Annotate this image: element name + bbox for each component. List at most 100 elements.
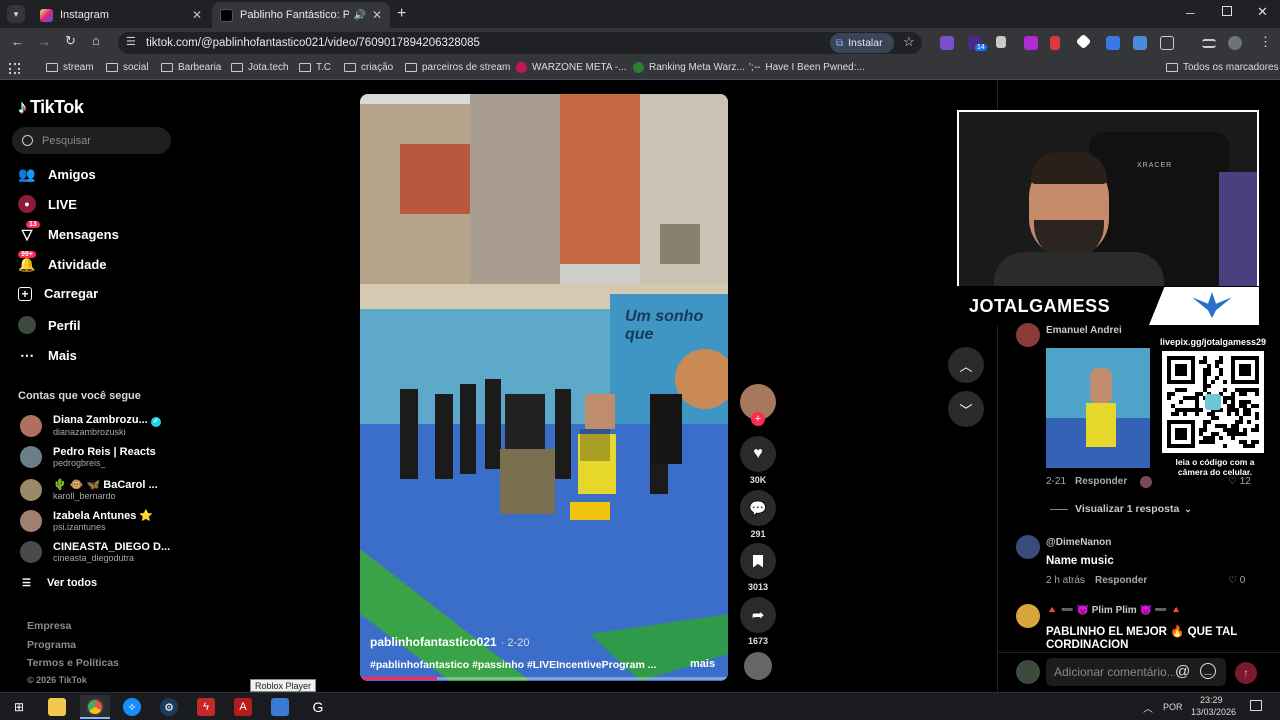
video-author[interactable]: pablinhofantastico021 [370, 635, 497, 649]
roblox-icon[interactable] [271, 698, 289, 716]
app-red2-icon[interactable]: A [234, 698, 252, 716]
emoji-icon[interactable]: ‿ [1200, 663, 1216, 679]
see-all-following[interactable]: ☰ Ver todos [22, 577, 97, 589]
extensions-puzzle-icon[interactable] [1160, 36, 1174, 50]
footer-link-program[interactable]: Programa [27, 639, 76, 651]
nav-profile[interactable]: Perfil [18, 316, 81, 334]
home-icon[interactable]: ⌂ [92, 33, 100, 48]
send-comment-button[interactable]: ↑ [1235, 662, 1257, 684]
following-account[interactable]: 🌵 🐵 🦋 BaCarol ... karoll_bernardo [20, 478, 158, 501]
nav-upload[interactable]: + Carregar [18, 286, 98, 301]
bookmark-link[interactable]: ';-- Have I Been Pwned:... [749, 62, 865, 73]
comment-button[interactable]: 💬 291 [740, 490, 776, 539]
tab-instagram[interactable]: Instagram ✕ [32, 2, 210, 28]
clock-time[interactable]: 23:29 [1200, 695, 1223, 705]
start-icon[interactable]: ⊞ [10, 698, 28, 716]
commenter-name[interactable]: @DimeNanon [1046, 537, 1111, 548]
view-replies-button[interactable]: Visualizar 1 resposta ⌄ [1050, 503, 1192, 515]
bookmark-folder[interactable]: social [106, 62, 149, 73]
close-icon[interactable]: ✕ [192, 8, 202, 22]
bookmark-link[interactable]: Ranking Meta Warz... [633, 62, 745, 73]
bookmark-label: WARZONE META -... [532, 62, 627, 73]
app-g-icon[interactable]: G [309, 698, 327, 716]
extension-icon[interactable] [996, 36, 1006, 48]
language-indicator[interactable]: POR [1163, 702, 1183, 712]
following-account[interactable]: Izabela Antunes ⭐ psi.izantunes [20, 509, 153, 532]
like-button[interactable]: ♥ 30K [740, 436, 776, 485]
profile-avatar-icon[interactable] [1228, 36, 1242, 50]
previous-video-button[interactable]: ︿ [948, 347, 984, 383]
tab-search-button[interactable]: ▾ [7, 5, 25, 23]
author-avatar[interactable]: + [740, 384, 776, 426]
app-red-icon[interactable]: ϟ [197, 698, 215, 716]
video-player[interactable]: Um sonho que pablinhofantastico021 · 2-2… [360, 94, 728, 681]
follow-plus-icon[interactable]: + [751, 412, 765, 426]
address-bar[interactable]: ☰ tiktok.com/@pablinhofantastico021/vide… [118, 32, 922, 54]
battlenet-icon[interactable]: ✧ [123, 698, 141, 716]
next-video-button[interactable]: ﹀ [948, 391, 984, 427]
nav-activity[interactable]: 🔔 99+ Atividade [18, 251, 107, 273]
mention-icon[interactable]: @ [1175, 663, 1191, 680]
bookmark-folder[interactable]: Jota.tech [231, 62, 289, 73]
speaker-icon[interactable]: 🔊 [353, 10, 365, 21]
save-button[interactable]: 3013 [740, 543, 776, 592]
reload-icon[interactable]: ↻ [65, 33, 76, 49]
reply-button[interactable]: Responder [1095, 575, 1147, 586]
comment-input[interactable]: Adicionar comentário... [1046, 658, 1226, 686]
commenter-avatar[interactable] [1016, 604, 1040, 628]
extension-icon[interactable] [1133, 36, 1147, 50]
minimize-button[interactable]: ─ [1186, 6, 1195, 20]
extension-icon[interactable] [1106, 36, 1120, 50]
share-button[interactable]: ➦ 1673 [740, 597, 776, 646]
bookmark-folder[interactable]: criação [344, 62, 393, 73]
comment-like-count[interactable]: ♡ 0 [1228, 575, 1245, 586]
footer-link-company[interactable]: Empresa [27, 620, 71, 632]
site-info-icon[interactable]: ☰ [126, 35, 136, 48]
tray-chevron-icon[interactable]: ︿ [1143, 700, 1153, 715]
video-caption[interactable]: #pablinhofantastico #passinho #LIVEIncen… [370, 659, 656, 671]
close-window-button[interactable]: ✕ [1257, 4, 1268, 20]
bookmark-folder[interactable]: T.C [299, 62, 331, 73]
tab-tiktok[interactable]: Pablinho Fantástico: Passinh 🔊 ✕ [212, 2, 390, 28]
extension-icon[interactable] [1024, 36, 1038, 50]
new-tab-button[interactable]: + [397, 5, 406, 23]
forward-icon[interactable]: → [38, 34, 51, 49]
bookmark-link[interactable]: WARZONE META -... [516, 62, 626, 73]
extension-icon[interactable]: 14 [968, 36, 987, 51]
comment-like-count[interactable]: ♡ 12 [1228, 476, 1251, 487]
following-account[interactable]: Pedro Reis | Reacts pedrogbreis_ [20, 446, 156, 468]
nav-more[interactable]: ⋯ Mais [18, 346, 77, 364]
menu-kebab-icon[interactable]: ⋮ [1259, 34, 1272, 50]
install-app-button[interactable]: ⧉ Instalar [830, 33, 894, 53]
following-account[interactable]: CINEASTA_DIEGO D... cineasta_diegodutra [20, 541, 170, 563]
reading-list-icon[interactable] [1202, 39, 1216, 48]
clock-date[interactable]: 13/03/2026 [1191, 707, 1236, 717]
nav-live[interactable]: ● LIVE [18, 195, 77, 213]
music-disc[interactable] [740, 652, 776, 680]
search-input[interactable]: Pesquisar [12, 127, 171, 154]
commenter-avatar[interactable] [1016, 535, 1040, 559]
all-bookmarks-folder[interactable]: Todos os marcadores [1166, 62, 1279, 73]
notification-icon[interactable] [1250, 700, 1262, 711]
nav-messages[interactable]: ▽ 13 Mensagens [18, 221, 119, 243]
bookmark-folder[interactable]: Barbearia [161, 62, 221, 73]
bookmark-star-icon[interactable]: ☆ [903, 34, 915, 50]
reply-button[interactable]: Responder [1075, 476, 1127, 487]
progress-track[interactable] [360, 677, 728, 680]
caption-more[interactable]: mais [690, 658, 715, 670]
close-icon[interactable]: ✕ [372, 8, 382, 22]
extension-icon[interactable] [940, 36, 954, 50]
file-explorer-icon[interactable] [48, 698, 66, 716]
tiktok-logo[interactable]: ♪ TikTok [18, 97, 84, 118]
footer-link-terms[interactable]: Termos e Políticas [27, 657, 119, 669]
apps-grid-icon[interactable] [9, 63, 20, 74]
following-account[interactable]: Diana Zambrozu... ✓ dianazambrozuski [20, 414, 161, 437]
bookmark-folder[interactable]: parceiros de stream [405, 62, 510, 73]
back-icon[interactable]: ← [11, 34, 24, 49]
steam-icon[interactable]: ⚙ [160, 698, 178, 716]
bookmark-folder[interactable]: stream [46, 62, 94, 73]
extension-icon[interactable] [1050, 36, 1060, 50]
nav-friends[interactable]: 👥 Amigos [18, 165, 95, 183]
commenter-name[interactable]: 🔺 ➖ 😈 Plim Plim 😈 ➖ 🔺 [1046, 605, 1182, 616]
maximize-button[interactable] [1222, 6, 1232, 16]
